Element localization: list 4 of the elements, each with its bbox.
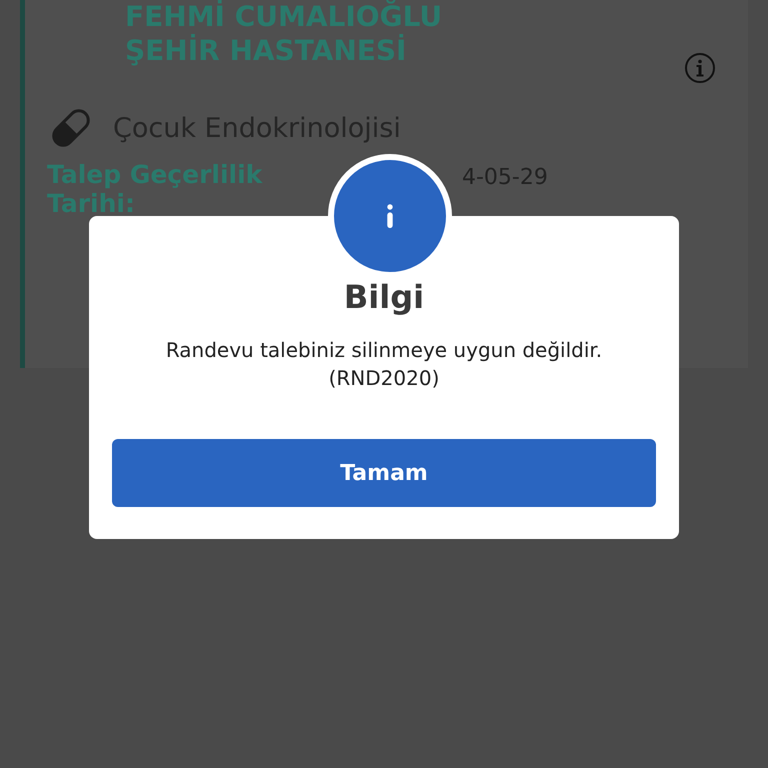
dialog-title: Bilgi	[344, 278, 424, 316]
info-icon[interactable]	[684, 52, 716, 84]
dialog-message: Randevu talebiniz silinmeye uygun değildir. (RND2020)	[164, 337, 604, 392]
ok-button[interactable]: Tamam	[112, 439, 656, 507]
